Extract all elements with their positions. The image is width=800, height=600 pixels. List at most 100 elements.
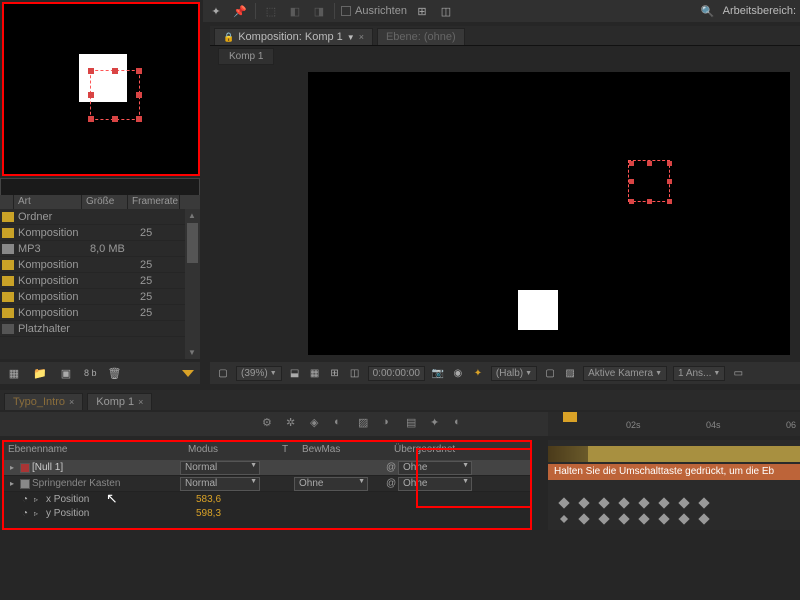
expand-icon[interactable]: ▹ <box>34 509 46 518</box>
project-row[interactable]: Komposition25 <box>0 257 185 273</box>
subtab-comp[interactable]: Komp 1 <box>218 48 274 65</box>
timeline-tracks[interactable]: Halten Sie die Umschalttaste gedrückt, u… <box>548 440 800 530</box>
keyframe[interactable] <box>638 513 649 524</box>
property-value[interactable]: 583,6 <box>196 494 221 505</box>
res-half-icon[interactable]: ⬓ <box>288 366 302 380</box>
color-depth-button[interactable]: 8 b <box>84 365 97 381</box>
tool-icon[interactable]: ◧ <box>286 2 304 20</box>
keyframe[interactable] <box>618 513 629 524</box>
pickwhip-icon[interactable]: @ <box>386 478 396 489</box>
col-mode[interactable]: Modus <box>184 442 278 460</box>
col-parent[interactable]: Übergeordnet <box>390 442 490 460</box>
alpha-toggle-icon[interactable]: ▢ <box>216 366 230 380</box>
snapshot-icon[interactable]: 📷 <box>431 366 445 380</box>
parent-dropdown[interactable]: Ohne <box>398 461 472 475</box>
project-row[interactable]: Komposition25 <box>0 289 185 305</box>
trackmatte-dropdown[interactable]: Ohne <box>294 477 368 491</box>
zoom-dropdown[interactable]: (39%) ▼ <box>236 366 282 381</box>
snap-icon[interactable]: ⊞ <box>413 2 431 20</box>
align-checkbox[interactable]: Ausrichten <box>341 5 407 17</box>
col-t[interactable]: T <box>278 442 298 460</box>
graph-editor-icon[interactable]: ▤ <box>406 416 422 432</box>
resolution-dropdown[interactable]: (Halb) ▼ <box>491 366 537 381</box>
layer-row-springender-kasten[interactable]: ▸ Springender Kasten Normal Ohne @ Ohne <box>4 476 530 492</box>
scrollbar-thumb[interactable] <box>187 223 198 263</box>
grid-icon[interactable]: ▦ <box>308 366 322 380</box>
stopwatch-icon[interactable]: ◔ <box>22 494 34 505</box>
keyframe[interactable] <box>638 497 649 508</box>
twirl-icon[interactable]: ▸ <box>10 479 14 488</box>
keyframe[interactable] <box>678 497 689 508</box>
twirl-icon[interactable]: ▸ <box>10 463 14 472</box>
current-time-indicator[interactable] <box>563 412 577 422</box>
composition-viewer[interactable] <box>308 72 790 355</box>
stopwatch-icon[interactable]: ◔ <box>22 508 34 519</box>
col-layername[interactable]: Ebenenname <box>4 442 184 460</box>
active-camera-dropdown[interactable]: Aktive Kamera ▼ <box>583 366 667 381</box>
keyframe[interactable] <box>658 497 669 508</box>
property-row-y-position[interactable]: ◔ ▹ y Position 598,3 <box>4 506 530 520</box>
keyframe[interactable] <box>598 513 609 524</box>
property-value[interactable]: 598,3 <box>196 508 221 519</box>
scroll-down-icon[interactable]: ▼ <box>188 348 196 357</box>
tool-icon[interactable]: ⬚ <box>262 2 280 20</box>
search-icon[interactable]: 🔍 <box>701 5 715 18</box>
keyframe[interactable] <box>598 497 609 508</box>
keyframe[interactable] <box>618 497 629 508</box>
tab-layer[interactable]: Ebene: (ohne) <box>377 28 465 45</box>
show-channel-icon[interactable]: ◉ <box>451 366 465 380</box>
trash-icon[interactable]: 🗑 <box>107 365 123 381</box>
new-folder-icon[interactable]: 📁 <box>32 365 48 381</box>
guides-icon[interactable]: ⊞ <box>328 366 342 380</box>
motion-blur-icon[interactable]: ◑ <box>382 416 398 432</box>
mask-icon[interactable]: ◫ <box>348 366 362 380</box>
transparency-grid-icon[interactable]: ▨ <box>563 366 577 380</box>
tab-composition[interactable]: 🔒 Komposition: Komp 1 ▼ × <box>214 28 373 45</box>
layer-row-null1[interactable]: ▸ [Null 1] Normal @ Ohne <box>4 460 530 476</box>
shy-icon[interactable]: ◐ <box>334 416 350 432</box>
puppet-tool-icon[interactable]: ✦ <box>207 2 225 20</box>
snap-edge-icon[interactable]: ◫ <box>437 2 455 20</box>
keyframe[interactable] <box>578 513 589 524</box>
new-comp-icon[interactable]: ▣ <box>58 365 74 381</box>
timeline-tab-komp1[interactable]: Komp 1× <box>87 393 152 410</box>
col-type[interactable]: Art <box>14 195 82 209</box>
pickwhip-icon[interactable]: @ <box>386 462 396 473</box>
keyframe[interactable] <box>698 513 709 524</box>
timeline-ruler[interactable]: 02s 04s 06 <box>548 412 800 436</box>
project-row[interactable]: Ordner <box>0 209 185 225</box>
project-row[interactable]: Komposition25 <box>0 305 185 321</box>
project-row[interactable]: Komposition25 <box>0 273 185 289</box>
keyframe[interactable] <box>658 513 669 524</box>
parent-dropdown[interactable]: Ohne <box>398 477 472 491</box>
viewer-selection-box[interactable] <box>628 160 670 202</box>
close-icon[interactable]: × <box>69 397 74 407</box>
adjustment-icon[interactable]: ◐ <box>454 416 470 432</box>
scroll-up-icon[interactable]: ▲ <box>188 211 196 220</box>
col-bewmas[interactable]: BewMas <box>298 442 390 460</box>
blend-mode-dropdown[interactable]: Normal <box>180 461 260 475</box>
brainstorm-icon[interactable]: ✦ <box>430 416 446 432</box>
col-fps[interactable]: Framerate <box>128 195 180 209</box>
layer-color-swatch[interactable] <box>20 463 30 473</box>
col-size[interactable]: Größe <box>82 195 128 209</box>
project-search-input[interactable] <box>0 178 200 196</box>
comp-mini-flowchart-icon[interactable]: ⚙ <box>262 416 278 432</box>
interpret-footage-icon[interactable]: ▦ <box>6 365 22 381</box>
views-dropdown[interactable]: 1 Ans... ▼ <box>673 366 725 381</box>
keyframe[interactable] <box>578 497 589 508</box>
expand-icon[interactable]: ▹ <box>34 495 46 504</box>
pixel-aspect-icon[interactable]: ▭ <box>731 366 745 380</box>
draft3d-icon[interactable]: ✲ <box>286 416 302 432</box>
color-mgmt-icon[interactable]: ✦ <box>471 366 485 380</box>
tool-icon[interactable]: ◨ <box>310 2 328 20</box>
close-icon[interactable]: × <box>138 397 143 407</box>
project-row[interactable]: MP38,0 MB <box>0 241 185 257</box>
keyframe[interactable] <box>558 497 569 508</box>
blend-mode-dropdown[interactable]: Normal <box>180 477 260 491</box>
timeline-tab-typo-intro[interactable]: Typo_Intro× <box>4 393 83 410</box>
roi-icon[interactable]: ▢ <box>543 366 557 380</box>
project-scrollbar[interactable]: ▲ ▼ <box>185 209 200 359</box>
layer-name[interactable]: [Null 1] <box>30 462 180 473</box>
close-icon[interactable]: × <box>359 32 364 42</box>
